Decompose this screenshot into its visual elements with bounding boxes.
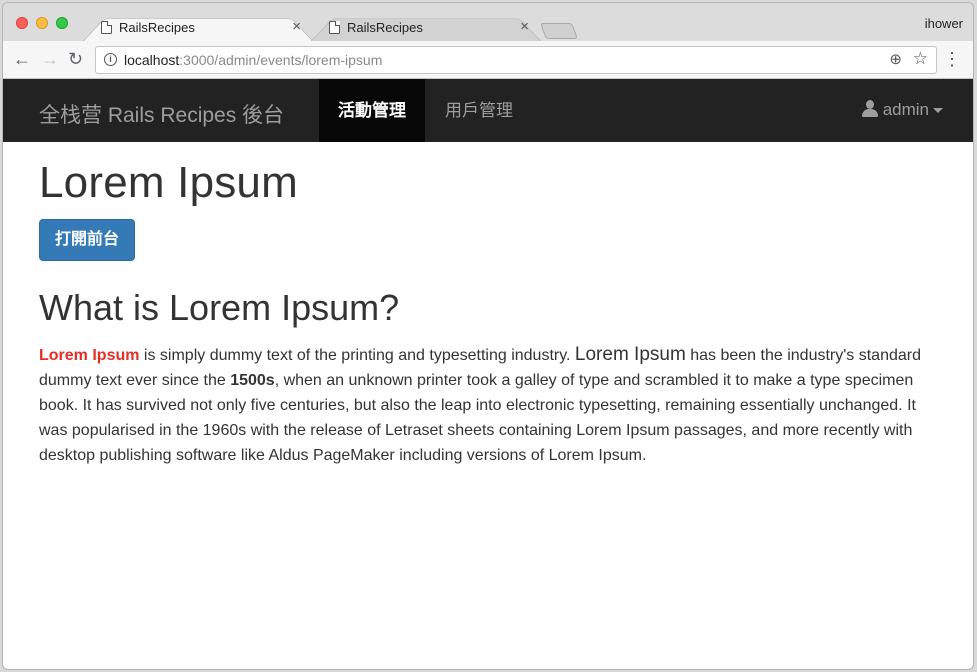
tab-label: RailsRecipes: [119, 20, 195, 35]
address-bar[interactable]: i localhost:3000/admin/events/lorem-ipsu…: [95, 46, 937, 74]
page-title: Lorem Ipsum: [39, 158, 298, 207]
user-menu[interactable]: admin: [861, 100, 943, 120]
close-tab-icon[interactable]: ×: [292, 18, 301, 35]
user-name: admin: [882, 100, 929, 119]
app-navbar: 全栈营 Rails Recipes 後台 活動管理 用戶管理 admin: [3, 79, 973, 142]
close-window-icon[interactable]: [16, 17, 28, 29]
url-path: :3000/admin/events/lorem-ipsum: [179, 52, 383, 68]
profile-name[interactable]: ihower: [925, 16, 963, 31]
caret-down-icon: [933, 108, 943, 114]
zoom-icon[interactable]: ⊕: [889, 50, 902, 68]
url-host: localhost: [124, 52, 180, 68]
description-paragraph: Lorem Ipsum is simply dummy text of the …: [39, 342, 939, 468]
tab-strip: RailsRecipes × RailsRecipes × ihower: [3, 3, 973, 41]
reload-icon[interactable]: ↻: [68, 49, 83, 69]
page-icon: [329, 21, 340, 34]
tab-railsrecipes-2[interactable]: RailsRecipes ×: [311, 12, 541, 41]
section-heading: What is Lorem Ipsum?: [39, 287, 400, 328]
user-icon: [861, 100, 878, 117]
forward-arrow-icon[interactable]: →: [41, 49, 59, 69]
browser-menu-icon[interactable]: ⋮: [943, 49, 961, 69]
brand-link[interactable]: 全栈营 Rails Recipes 後台: [39, 99, 284, 129]
back-arrow-icon[interactable]: ←: [13, 49, 31, 69]
maximize-window-icon[interactable]: [56, 17, 68, 29]
bold-text: 1500s: [230, 372, 275, 389]
highlighted-text: Lorem Ipsum: [39, 347, 140, 364]
bookmark-star-icon[interactable]: ☆: [913, 49, 928, 69]
nav-item-users[interactable]: 用戶管理: [426, 79, 532, 142]
para-text-1: is simply dummy text of the printing and…: [139, 347, 575, 364]
tab-railsrecipes-1[interactable]: RailsRecipes ×: [83, 12, 313, 41]
minimize-window-icon[interactable]: [36, 17, 48, 29]
large-text: Lorem Ipsum: [574, 344, 686, 365]
browser-toolbar: ← → ↻ i localhost:3000/admin/events/lore…: [3, 41, 973, 79]
browser-window: RailsRecipes × RailsRecipes × ihower ← →…: [3, 3, 973, 669]
close-tab-icon[interactable]: ×: [520, 18, 529, 35]
url-text[interactable]: localhost:3000/admin/events/lorem-ipsum: [124, 52, 382, 68]
info-icon[interactable]: i: [104, 53, 117, 66]
tab-label: RailsRecipes: [347, 20, 423, 35]
new-tab-button[interactable]: [540, 23, 578, 39]
page-icon: [101, 21, 112, 34]
nav-item-events[interactable]: 活動管理: [319, 79, 425, 142]
open-frontend-button[interactable]: 打開前台: [39, 219, 136, 261]
